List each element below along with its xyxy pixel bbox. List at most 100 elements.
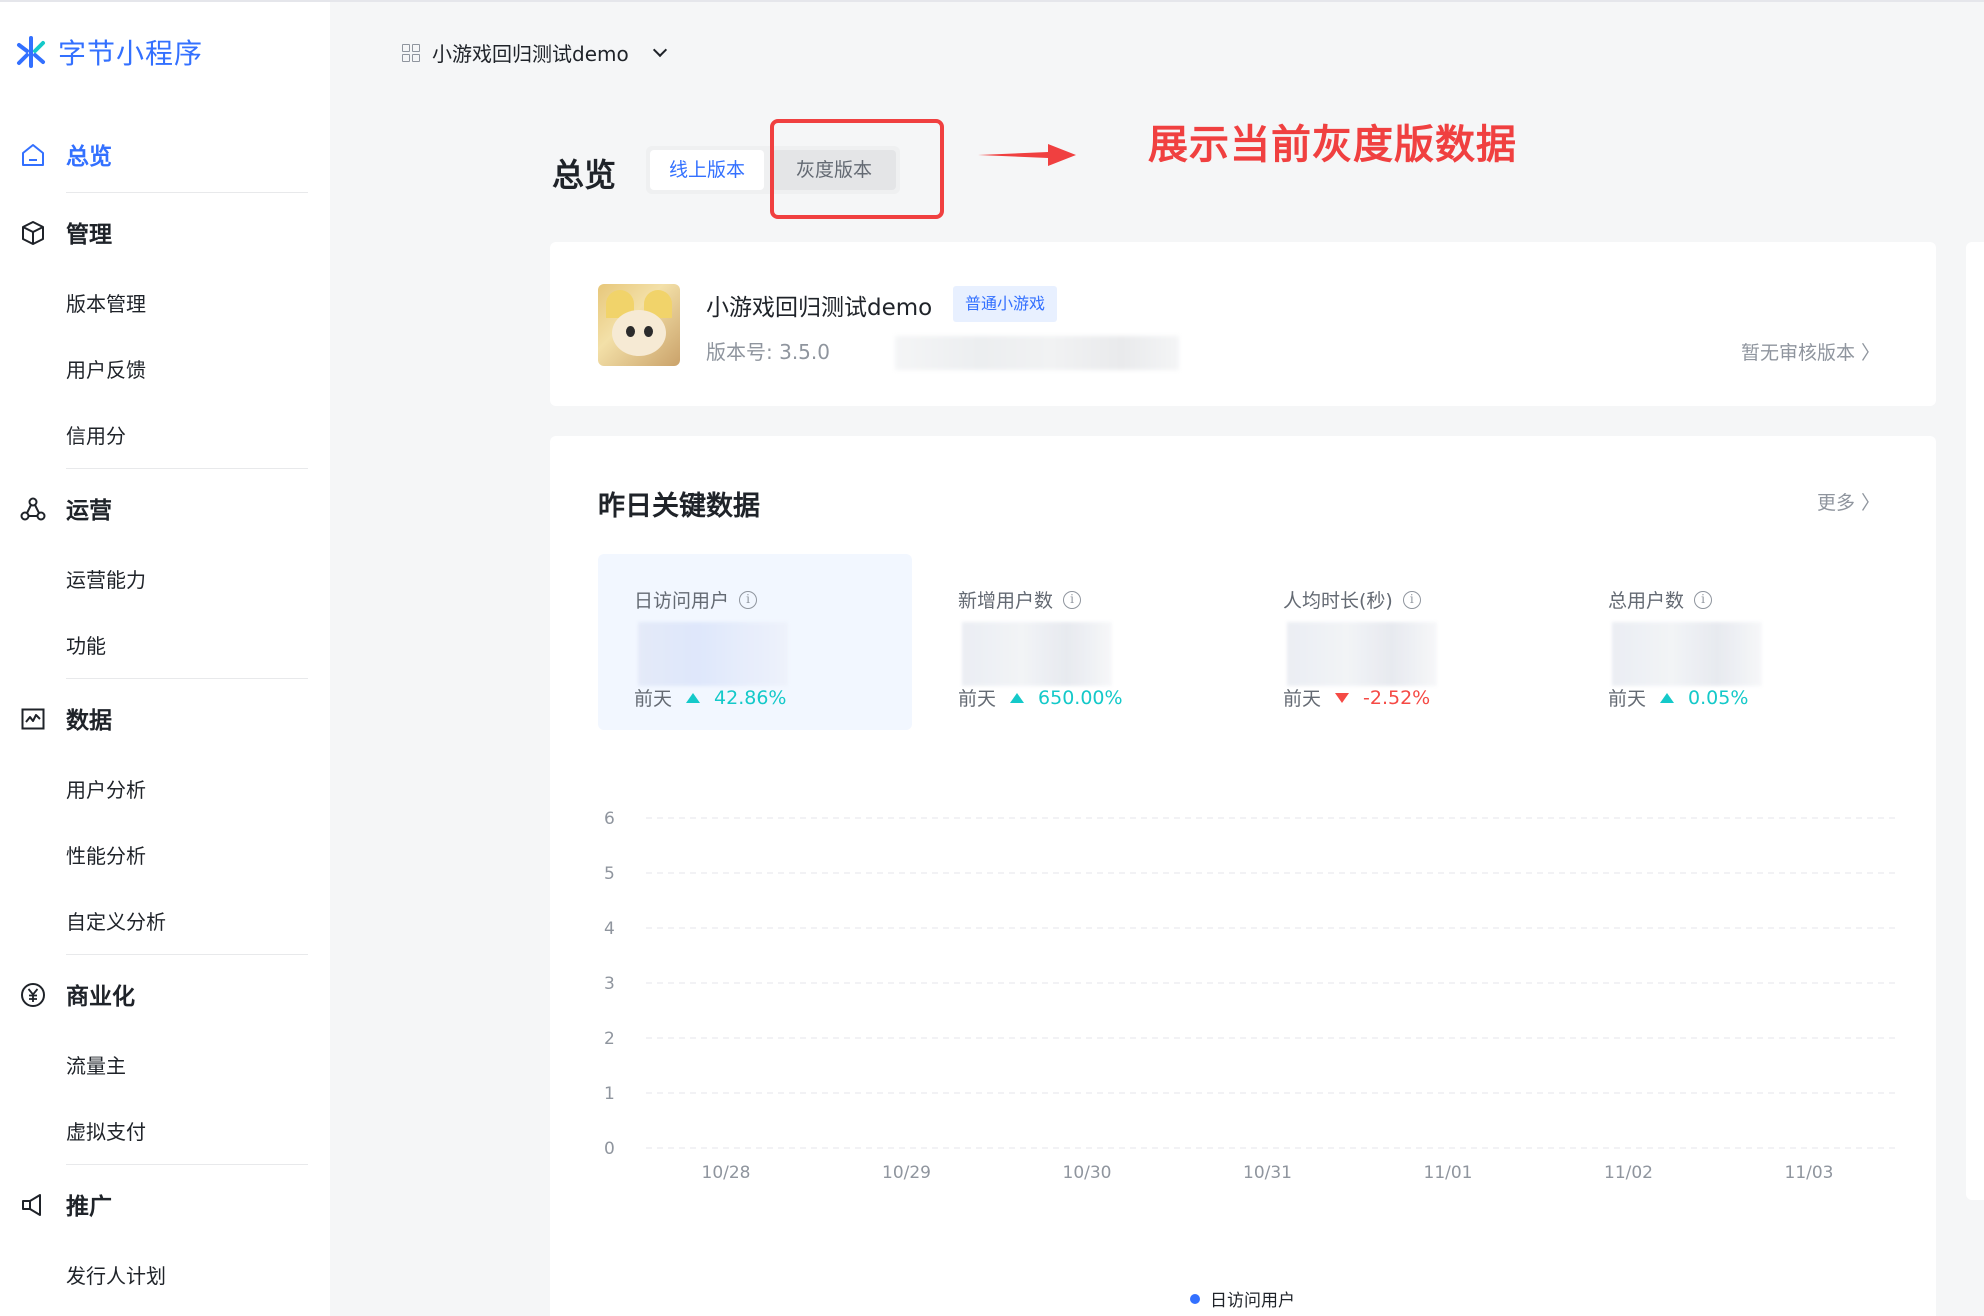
compare-label: 前天 [1283, 688, 1322, 710]
sidebar-item-monetization[interactable]: 商业化 [0, 964, 330, 1024]
metric-label: 总用户数 [1608, 590, 1685, 612]
change-value: 650.00% [1038, 686, 1123, 709]
y-tick-label: 0 [604, 1139, 615, 1159]
section-title: 昨日关键数据 [598, 491, 760, 522]
sidebar-divider [66, 1164, 308, 1165]
sidebar-divider [66, 954, 308, 955]
brand-name: 字节小程序 [58, 37, 204, 70]
sidebar-item-label: 商业化 [66, 984, 135, 1010]
metric-new-users[interactable]: 新增用户数 i 前天 650.00% [922, 554, 1236, 730]
info-icon[interactable]: i [739, 590, 758, 609]
sidebar-item-operation-capability[interactable]: 运营能力 [66, 560, 146, 600]
redacted-value [962, 622, 1112, 686]
metric-daily-visitors[interactable]: 日访问用户 i 前天 42.86% [598, 554, 912, 730]
right-edge-panel [1966, 242, 1984, 1200]
page-title: 总览 [552, 156, 617, 194]
megaphone-icon [22, 1194, 41, 1216]
review-version-link[interactable]: 暂无审核版本 〉 [1741, 338, 1880, 365]
sidebar-item-virtual-payment[interactable]: 虚拟支付 [66, 1112, 146, 1152]
sidebar-item-custom-analysis[interactable]: 自定义分析 [66, 902, 166, 942]
trend-down-icon [1335, 692, 1350, 703]
compare-label: 前天 [634, 688, 673, 710]
sidebar-item-version-management[interactable]: 版本管理 [66, 284, 146, 324]
metric-label: 新增用户数 [958, 590, 1054, 612]
app-grid-icon [402, 43, 420, 62]
redacted-value [1287, 622, 1437, 686]
more-link[interactable]: 更多 〉 [1817, 488, 1880, 515]
key-data-card: 昨日关键数据 更多 〉 日访问用户 i 前天 42.86% 新增用户数 i 前天 650… [550, 436, 1936, 1316]
app-avatar[interactable] [598, 284, 680, 366]
metric-avg-duration[interactable]: 人均时长(秒) i 前天 -2.52% [1247, 554, 1561, 730]
sidebar-item-data[interactable]: 数据 [0, 688, 330, 748]
x-tick-label: 10/29 [882, 1163, 931, 1183]
chart-legend[interactable]: 日访问用户 [1190, 1286, 1295, 1311]
info-icon[interactable]: i [1063, 590, 1082, 609]
info-icon[interactable]: i [1402, 590, 1421, 609]
home-icon [22, 144, 44, 166]
x-tick-label: 11/03 [1785, 1163, 1834, 1183]
sidebar-item-features[interactable]: 功能 [66, 626, 106, 666]
sidebar-divider [66, 192, 308, 193]
trend-up-icon [686, 692, 701, 703]
yuan-icon [21, 983, 45, 1007]
metric-label: 日访问用户 [634, 590, 730, 612]
brand-logo-icon [17, 36, 45, 68]
change-value: 42.86% [714, 686, 787, 709]
sidebar-item-label: 推广 [66, 1194, 112, 1220]
current-app-name: 小游戏回归测试demo [432, 42, 629, 66]
sidebar-item-overview[interactable]: 总览 [0, 124, 330, 184]
metric-total-users[interactable]: 总用户数 i 前天 0.05% [1572, 554, 1886, 730]
compare-label: 前天 [958, 688, 997, 710]
sidebar-item-label: 管理 [66, 222, 112, 248]
y-tick-label: 6 [604, 809, 615, 829]
app-info-card: 小游戏回归测试demo 普通小游戏 版本号: 3.5.0 暂无审核版本 〉 [550, 242, 1936, 406]
sidebar-item-user-analysis[interactable]: 用户分析 [66, 770, 146, 810]
redacted-value [638, 622, 788, 686]
brand-logo[interactable]: 字节小程序 [14, 32, 203, 72]
x-tick-label: 10/30 [1063, 1163, 1112, 1183]
cube-icon [22, 221, 44, 245]
tab-online-version[interactable]: 线上版本 [650, 150, 764, 190]
legend-dot [1190, 1293, 1200, 1304]
y-tick-label: 4 [604, 919, 615, 939]
info-icon[interactable]: i [1694, 590, 1713, 609]
redacted-info [895, 336, 1179, 370]
change-value: 0.05% [1688, 686, 1749, 709]
sidebar-item-credit-score[interactable]: 信用分 [66, 416, 126, 456]
sidebar-divider [66, 468, 308, 469]
metric-label: 人均时长(秒) [1283, 590, 1393, 612]
legend-label: 日访问用户 [1210, 1291, 1295, 1311]
sidebar-divider [66, 678, 308, 679]
app-name: 小游戏回归测试demo [706, 295, 933, 321]
chart-line-icon [21, 708, 45, 730]
y-tick-label: 5 [604, 864, 615, 884]
change-value: -2.52% [1363, 686, 1431, 709]
sidebar-item-manage[interactable]: 管理 [0, 202, 330, 262]
sidebar-item-operations[interactable]: 运营 [0, 478, 330, 538]
sidebar: 字节小程序 总览 管理 版本管理 用户反馈 信用分 运营 运营能力 功能 数据 … [0, 0, 330, 1316]
daily-visitors-chart: 0 1 2 3 4 5 6 10/28 10/29 10/30 10/31 11/01 11/02 11/… [604, 809, 1900, 1183]
app-switcher[interactable]: 小游戏回归测试demo [402, 38, 667, 67]
sidebar-item-publisher-plan[interactable]: 发行人计划 [66, 1256, 166, 1296]
x-tick-label: 11/01 [1424, 1163, 1473, 1183]
y-tick-label: 3 [604, 974, 615, 994]
y-tick-label: 1 [604, 1084, 615, 1104]
sidebar-item-label: 总览 [66, 144, 112, 170]
sidebar-item-user-feedback[interactable]: 用户反馈 [66, 350, 146, 390]
x-tick-label: 11/02 [1604, 1163, 1653, 1183]
compare-label: 前天 [1608, 688, 1647, 710]
sidebar-item-traffic-master[interactable]: 流量主 [66, 1046, 126, 1086]
app-type-tag: 普通小游戏 [953, 286, 1058, 322]
sidebar-item-performance-analysis[interactable]: 性能分析 [66, 836, 146, 876]
trend-up-icon [1660, 692, 1675, 703]
share-nodes-icon [20, 497, 46, 521]
annotation-arrow-icon [978, 144, 1076, 166]
chevron-down-icon [652, 42, 667, 58]
redacted-value [1612, 622, 1762, 686]
topbar: 小游戏回归测试demo [330, 0, 1984, 100]
sidebar-item-label: 数据 [66, 708, 112, 734]
x-tick-label: 10/28 [702, 1163, 751, 1183]
y-tick-label: 2 [604, 1029, 615, 1049]
sidebar-item-label: 运营 [66, 498, 112, 524]
sidebar-item-promotion[interactable]: 推广 [0, 1174, 330, 1234]
